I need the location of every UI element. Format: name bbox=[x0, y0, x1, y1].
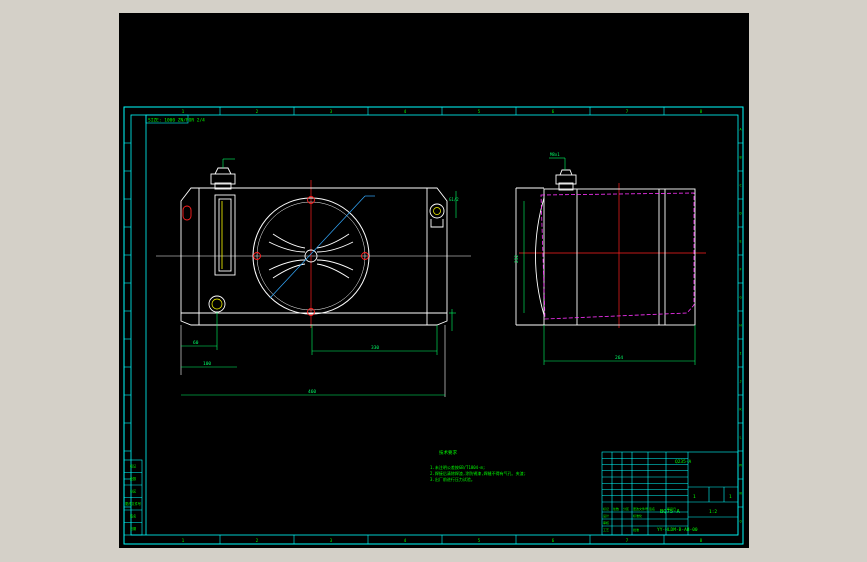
left-slot bbox=[182, 205, 192, 221]
title-block-cell: 标记 bbox=[603, 506, 609, 511]
title-drawing-number: YY-HLDM-B-AB-00 bbox=[657, 527, 698, 533]
column-label: 8 bbox=[700, 109, 703, 114]
dim-left-inner-text: 60 bbox=[193, 340, 199, 346]
level-gauge-outer bbox=[214, 194, 236, 276]
side-cap-top bbox=[559, 169, 573, 176]
notes-line-1: 1.未注明公差按GB/T1804-m; bbox=[430, 464, 485, 470]
row-label: E bbox=[739, 240, 741, 244]
column-label: 3 bbox=[330, 109, 333, 114]
drain-port-inner bbox=[211, 298, 223, 310]
corner-note: SIZE: 1000 ZN/FOR 2/4 bbox=[148, 118, 205, 124]
row-label: A bbox=[739, 128, 742, 132]
dim-side-height-text: 232 bbox=[514, 255, 520, 263]
cad-viewport[interactable]: 1 1 2 2 3 3 4 4 5 5 6 6 7 7 8 8 A B C D E F G H I J K L M N O SIZE: 1… bbox=[119, 13, 749, 548]
column-label: 6 bbox=[552, 109, 555, 114]
title-block-cell: 年月日 bbox=[667, 506, 676, 511]
row-label: O bbox=[739, 520, 741, 524]
title-block-cell: 标准化 bbox=[633, 513, 642, 518]
title-block[interactable]: BQ75-A YY-HLDM-B-AB-00 1:2 Q235-A 1 1 标记… bbox=[601, 451, 739, 536]
filler-cap-knurl bbox=[210, 173, 236, 185]
side-hidden-tank bbox=[540, 192, 695, 320]
row-label: I bbox=[739, 352, 741, 356]
notes-line-3: 3.出厂前进行压力试验。 bbox=[430, 476, 475, 482]
title-block-cell: 更改文件号 bbox=[633, 506, 648, 511]
row-label: J bbox=[739, 380, 741, 384]
revision-strip-label: 分区 bbox=[130, 489, 137, 494]
tank-body-outline bbox=[180, 187, 448, 326]
title-block-cell: 分区 bbox=[623, 506, 629, 511]
row-label: K bbox=[739, 408, 742, 412]
notes-heading: 技术要求 bbox=[439, 449, 457, 456]
revision-strip-label: 标记 bbox=[130, 464, 137, 469]
revision-strip-label: 处数 bbox=[130, 476, 137, 481]
title-block-cell: 批准 bbox=[633, 527, 639, 532]
title-block-cell: 签名 bbox=[649, 506, 655, 511]
column-label: 7 bbox=[626, 109, 629, 114]
technical-notes: 技术要求 1.未注明公差按GB/T1804-m; 2.焊接后清除焊渣,涂防锈漆,… bbox=[430, 449, 526, 482]
dim-front-width-text: 460 bbox=[308, 389, 316, 395]
dim-tube-span-text: 330 bbox=[371, 345, 379, 351]
column-label: 4 bbox=[404, 109, 407, 114]
column-label: 2 bbox=[256, 109, 259, 114]
row-label: H bbox=[739, 324, 741, 328]
column-label: 3 bbox=[330, 538, 333, 543]
filler-cap-top bbox=[214, 167, 232, 175]
side-view[interactable] bbox=[515, 158, 706, 328]
column-label: 5 bbox=[478, 538, 481, 543]
drawing-canvas[interactable]: 1 1 2 2 3 3 4 4 5 5 6 6 7 7 8 8 A B C D E F G H I J K L M N O SIZE: 1… bbox=[119, 13, 749, 548]
level-gauge-inner bbox=[218, 198, 232, 272]
revision-strip-label: 更改文件号 bbox=[125, 501, 141, 506]
dim-cap-side-text: M8x1 bbox=[550, 152, 560, 157]
row-label: L bbox=[739, 436, 741, 440]
drain-port-outer bbox=[208, 295, 226, 313]
row-label: F bbox=[739, 268, 741, 272]
front-dimensions[interactable]: 330 60 100 460 bbox=[181, 158, 457, 396]
dim-port-text: G1/2 bbox=[449, 197, 459, 202]
notes-line-2: 2.焊接后清除焊渣,涂防锈漆,焊缝不得有气孔、夹渣; bbox=[430, 470, 526, 476]
row-label: G bbox=[739, 296, 741, 300]
column-label: 5 bbox=[478, 109, 481, 114]
row-label: N bbox=[739, 492, 741, 496]
title-block-cell: 工艺 bbox=[603, 527, 609, 532]
title-block-cell: 设计 bbox=[603, 513, 609, 518]
column-label: 2 bbox=[256, 538, 259, 543]
dim-left-offset-text: 100 bbox=[203, 361, 211, 367]
side-body-outline bbox=[543, 188, 696, 326]
row-label: B bbox=[739, 156, 741, 160]
title-block-cell: 处数 bbox=[613, 506, 619, 511]
dim-side-depth-text: 264 bbox=[615, 355, 623, 361]
column-label: 4 bbox=[404, 538, 407, 543]
column-label: 6 bbox=[552, 538, 555, 543]
title-quantity: 1 bbox=[693, 494, 696, 500]
revision-strip: 标记处数分区更改文件号签名日期 bbox=[123, 459, 143, 536]
column-label: 7 bbox=[626, 538, 629, 543]
revision-strip-label: 日期 bbox=[130, 526, 136, 531]
title-sheet: 1 bbox=[729, 494, 732, 500]
breather-outer bbox=[429, 203, 445, 219]
breather-bracket bbox=[430, 219, 444, 228]
breather-inner bbox=[433, 207, 441, 215]
row-label: D bbox=[739, 212, 741, 216]
column-label: 1 bbox=[182, 109, 185, 114]
column-label: 8 bbox=[700, 538, 703, 543]
column-label: 1 bbox=[182, 538, 185, 543]
row-label: M bbox=[739, 464, 741, 468]
revision-strip-label: 签名 bbox=[130, 514, 136, 519]
cooler-leader bbox=[269, 195, 366, 299]
title-material: Q235-A bbox=[675, 459, 692, 465]
row-label: C bbox=[739, 184, 741, 188]
title-scale: 1:2 bbox=[709, 509, 717, 515]
title-block-cell: 审核 bbox=[603, 520, 609, 525]
